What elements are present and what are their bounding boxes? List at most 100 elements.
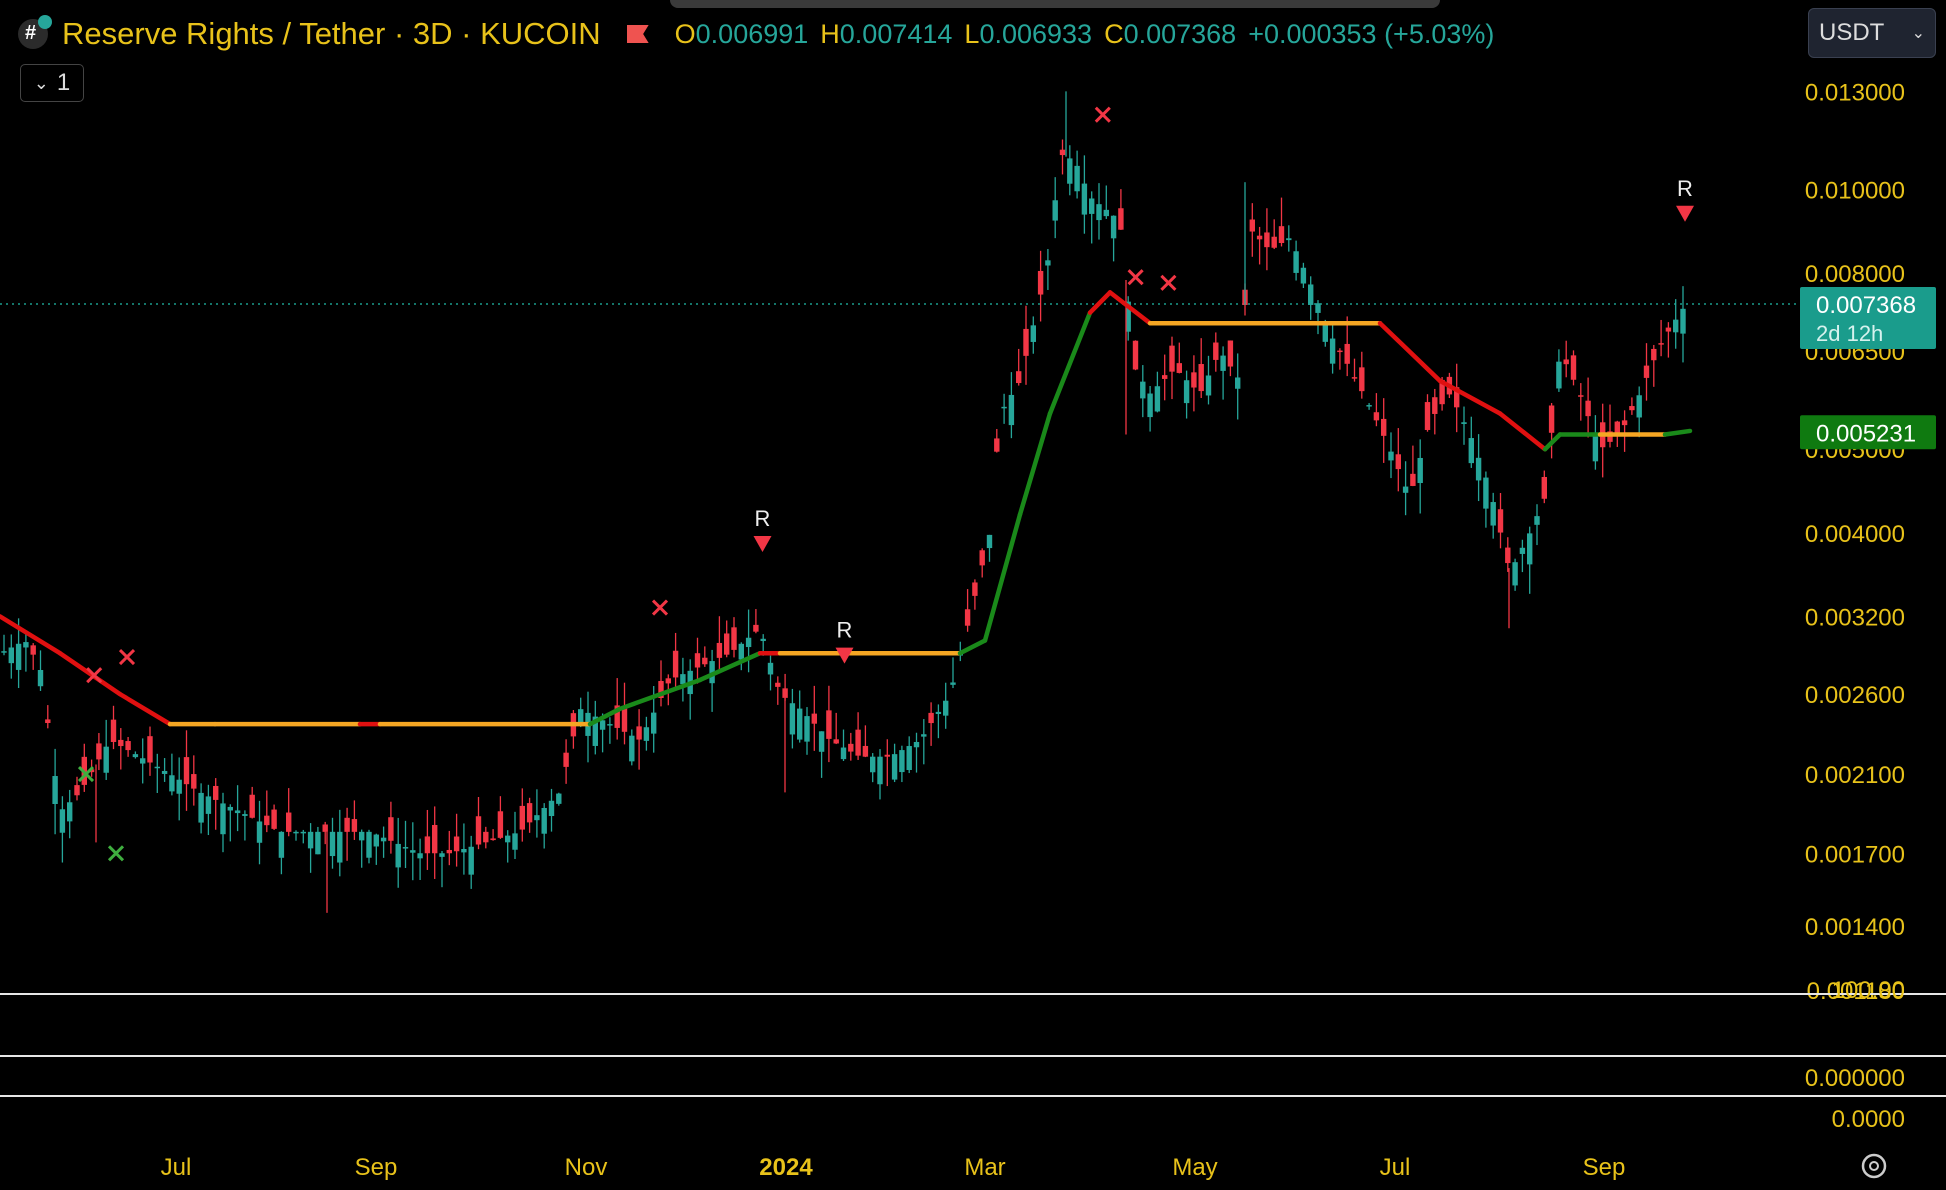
candle-body (359, 831, 365, 841)
y-tick-label: 0.002100 (1805, 762, 1905, 789)
candle-body (191, 774, 197, 789)
candle-body (1176, 363, 1182, 373)
candle-body (607, 724, 613, 726)
x-tick-label: 2024 (759, 1154, 813, 1181)
candle-body (928, 712, 934, 724)
candle-body (45, 719, 51, 724)
candle-body (402, 847, 409, 849)
candle-body (74, 785, 80, 796)
candle-body (1315, 303, 1321, 313)
candle-body (789, 703, 796, 735)
candle-body (1351, 377, 1358, 379)
candle-body (23, 642, 29, 648)
candle-body (651, 712, 657, 734)
candle-body (424, 836, 431, 854)
trend-line-segment (697, 650, 763, 683)
symbol-title[interactable]: Reserve Rights / Tether · 3D · KUCOIN (62, 16, 601, 52)
candle-body (1132, 340, 1139, 370)
candle-body (702, 657, 708, 665)
candle-body (811, 713, 817, 724)
ohlc-high-value: 0.007414 (839, 18, 953, 49)
candle-body (1016, 371, 1022, 384)
candle-body (417, 853, 423, 859)
candle-body (767, 662, 774, 675)
trend-line-segment (1047, 310, 1093, 416)
candle-body (534, 815, 540, 821)
candle-body (1344, 343, 1350, 364)
sub-pane-tick-label: 100.00 (1832, 977, 1905, 1004)
candle-body (110, 719, 117, 742)
candle-body (1067, 158, 1073, 184)
candle-body (891, 754, 898, 780)
candle-body (446, 849, 452, 854)
candle-body (1483, 477, 1489, 509)
y-tick-label: 0.004000 (1805, 521, 1905, 548)
candle-body (1030, 325, 1036, 342)
candle-body (775, 682, 781, 687)
candle-body (132, 754, 139, 758)
ohlc-close-value: 0.007368 (1123, 18, 1237, 49)
candle-body (994, 438, 1000, 452)
candle-body (797, 708, 803, 740)
marker-label: R (755, 506, 771, 531)
candle-body (1585, 400, 1591, 417)
candle-body (140, 758, 146, 764)
candle-body (643, 727, 650, 741)
price-badge-countdown: 2d 12h (1816, 321, 1883, 346)
candle-body (1373, 412, 1380, 421)
currency-select[interactable]: USDT ⌄ (1808, 8, 1936, 58)
candle-body (1220, 355, 1226, 371)
candle-body (59, 809, 66, 833)
candle-body (899, 750, 905, 773)
indicator-collapse-button[interactable]: ⌄ 1 (20, 64, 84, 102)
candle-body (738, 643, 744, 660)
x-tick-label: Mar (964, 1154, 1005, 1181)
candle-body (986, 534, 993, 549)
candlestick-chart[interactable]: 0.0130000.0100000.0080000.0065000.005000… (0, 0, 1946, 1190)
flag-icon[interactable] (626, 25, 649, 43)
candle-body (1089, 198, 1095, 214)
candle-body (753, 624, 759, 632)
candle-body (198, 792, 204, 823)
candle-body (1, 651, 7, 653)
candle-body (1468, 438, 1474, 464)
candle-body (833, 739, 839, 744)
y-tick-label: 0.010000 (1805, 178, 1905, 205)
candle-body (1286, 238, 1292, 241)
candle-body (745, 637, 752, 648)
candle-body (410, 850, 416, 853)
candle-body (877, 756, 883, 785)
candle-body (979, 550, 985, 566)
x-tick-label: Nov (565, 1154, 608, 1181)
marker-label: R (1677, 176, 1693, 201)
candle-body (826, 710, 832, 739)
candle-body (373, 834, 379, 847)
candle-body (1665, 327, 1672, 332)
top-drag-bar[interactable] (670, 0, 1440, 8)
candle-body (161, 770, 168, 774)
candle-body (1337, 350, 1343, 353)
candle-body (1008, 394, 1015, 426)
candle-body (439, 853, 445, 857)
candle-body (1264, 232, 1270, 248)
candle-body (972, 582, 978, 596)
candle-body (921, 734, 927, 737)
candle-body (950, 682, 956, 685)
price-badge-value: 0.005231 (1816, 420, 1916, 447)
candle-body (256, 821, 263, 843)
trend-line-segment (1017, 411, 1053, 517)
candle-body (1198, 364, 1204, 392)
candle-body (490, 838, 496, 841)
candle-body (1366, 405, 1372, 407)
candle-body (1475, 457, 1482, 481)
candle-body (716, 642, 723, 658)
candle-body (548, 800, 555, 817)
trend-line-segment (117, 691, 173, 727)
settings-gear-icon[interactable] (1861, 1153, 1887, 1179)
candle-body (782, 688, 788, 698)
sub-pane-tick-label: 0.0000 (1832, 1106, 1905, 1133)
candle-body (1395, 454, 1401, 470)
candle-body (1658, 343, 1664, 345)
candle-body (1278, 226, 1285, 244)
candle-body (1643, 365, 1650, 378)
